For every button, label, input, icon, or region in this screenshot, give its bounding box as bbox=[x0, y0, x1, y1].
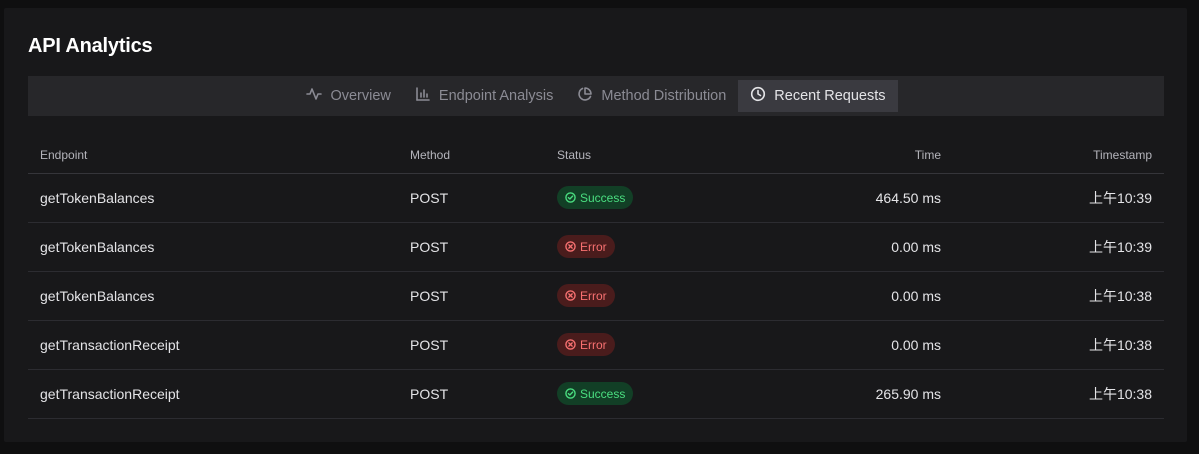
timestamp-cell: 上午10:39 bbox=[953, 222, 1164, 272]
table-row[interactable]: getTokenBalances POST Error 0.00 ms 上午10:38 bbox=[28, 271, 1164, 321]
tab-method-distribution[interactable]: Method Distribution bbox=[565, 80, 738, 112]
tab-label: Overview bbox=[330, 88, 391, 104]
requests-table: Endpoint Method Status Time Timestamp ge… bbox=[28, 138, 1164, 419]
check-circle-icon bbox=[565, 192, 576, 203]
bar-chart-icon bbox=[415, 86, 431, 106]
tab-label: Recent Requests bbox=[774, 88, 886, 104]
tab-bar: Overview Endpoint Analysis Method Distri… bbox=[28, 76, 1164, 116]
column-header-status: Status bbox=[545, 138, 695, 174]
endpoint-cell: getTokenBalances bbox=[28, 271, 398, 321]
tab-recent-requests[interactable]: Recent Requests bbox=[738, 80, 898, 112]
status-badge: Error bbox=[557, 284, 615, 307]
status-cell: Error bbox=[545, 222, 695, 272]
status-label: Error bbox=[580, 337, 607, 352]
timestamp-cell: 上午10:38 bbox=[953, 271, 1164, 321]
timestamp-cell: 上午10:38 bbox=[953, 369, 1164, 419]
tab-label: Endpoint Analysis bbox=[438, 88, 554, 104]
method-cell: POST bbox=[398, 320, 545, 370]
status-badge: Error bbox=[557, 333, 615, 356]
pie-chart-icon bbox=[577, 86, 593, 106]
table-row[interactable]: getTokenBalances POST Success 464.50 ms 上午10… bbox=[28, 173, 1164, 223]
time-cell: 0.00 ms bbox=[695, 271, 953, 321]
activity-icon bbox=[306, 86, 323, 106]
timestamp-cell: 上午10:39 bbox=[953, 173, 1164, 223]
table-row[interactable]: getTokenBalances POST Error 0.00 ms 上午10:39 bbox=[28, 222, 1164, 272]
x-circle-icon bbox=[565, 339, 576, 350]
table-row[interactable]: getTransactionReceipt POST Success 265.90 m… bbox=[28, 369, 1164, 419]
x-circle-icon bbox=[565, 290, 576, 301]
page-title: API Analytics bbox=[28, 35, 153, 57]
status-label: Success bbox=[580, 386, 626, 401]
time-cell: 0.00 ms bbox=[695, 320, 953, 370]
tab-overview[interactable]: Overview bbox=[294, 80, 402, 112]
table-header-row: Endpoint Method Status Time Timestamp bbox=[28, 138, 1164, 174]
column-header-timestamp: Timestamp bbox=[953, 138, 1164, 174]
method-cell: POST bbox=[398, 173, 545, 223]
tab-label: Method Distribution bbox=[601, 88, 727, 104]
status-badge: Success bbox=[557, 186, 634, 209]
status-cell: Error bbox=[545, 320, 695, 370]
status-badge: Success bbox=[557, 382, 634, 405]
endpoint-cell: getTransactionReceipt bbox=[28, 320, 398, 370]
status-cell: Error bbox=[545, 271, 695, 321]
endpoint-cell: getTokenBalances bbox=[28, 173, 398, 223]
method-cell: POST bbox=[398, 271, 545, 321]
column-header-endpoint: Endpoint bbox=[28, 138, 398, 174]
column-header-time: Time bbox=[695, 138, 953, 174]
status-label: Success bbox=[580, 190, 626, 205]
status-cell: Success bbox=[545, 173, 695, 223]
time-cell: 464.50 ms bbox=[695, 173, 953, 223]
time-cell: 265.90 ms bbox=[695, 369, 953, 419]
status-label: Error bbox=[580, 288, 607, 303]
time-cell: 0.00 ms bbox=[695, 222, 953, 272]
endpoint-cell: getTokenBalances bbox=[28, 222, 398, 272]
endpoint-cell: getTransactionReceipt bbox=[28, 369, 398, 419]
clock-icon bbox=[750, 86, 766, 106]
x-circle-icon bbox=[565, 241, 576, 252]
status-label: Error bbox=[580, 239, 607, 254]
timestamp-cell: 上午10:38 bbox=[953, 320, 1164, 370]
analytics-card: API Analytics Overview Endpoint Analysis… bbox=[4, 8, 1187, 442]
check-circle-icon bbox=[565, 388, 576, 399]
table-row[interactable]: getTransactionReceipt POST Error 0.00 ms 上午1… bbox=[28, 320, 1164, 370]
status-badge: Error bbox=[557, 235, 615, 258]
tab-endpoint-analysis[interactable]: Endpoint Analysis bbox=[403, 80, 565, 112]
method-cell: POST bbox=[398, 222, 545, 272]
column-header-method: Method bbox=[398, 138, 545, 174]
status-cell: Success bbox=[545, 369, 695, 419]
method-cell: POST bbox=[398, 369, 545, 419]
